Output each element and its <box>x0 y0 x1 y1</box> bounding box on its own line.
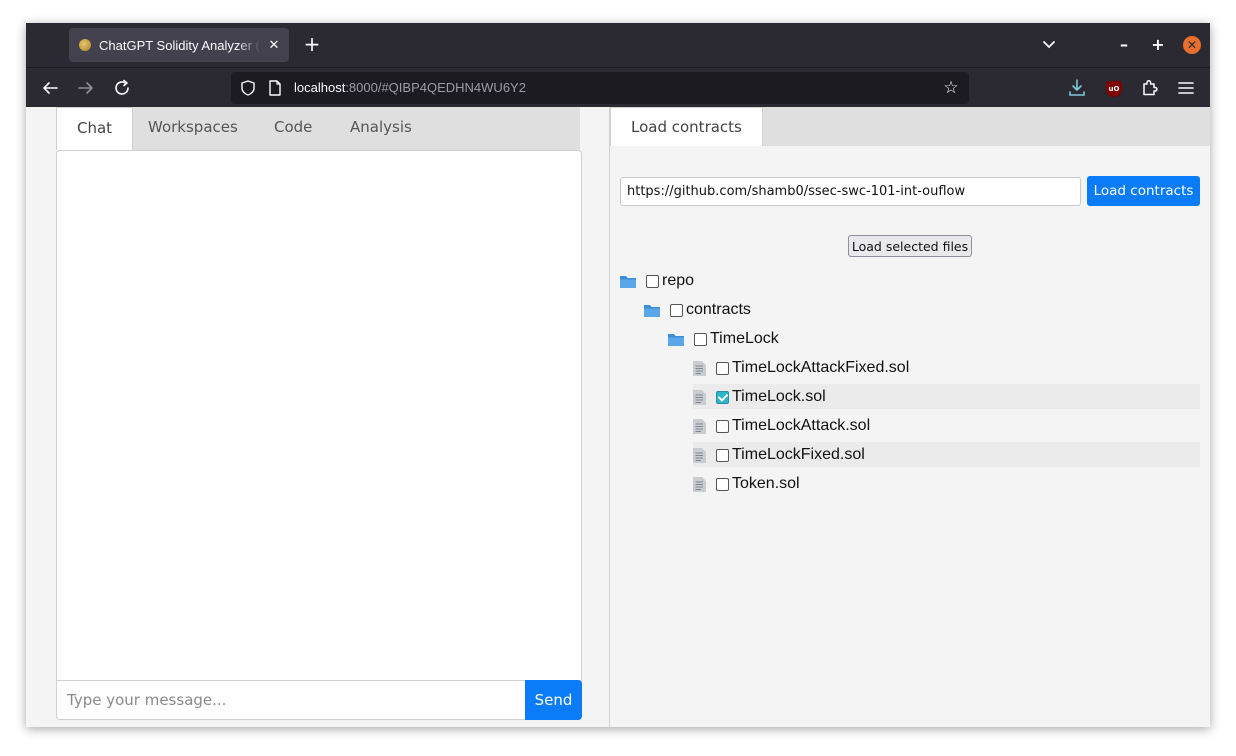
url-bar[interactable]: localhost:8000/#QIBP4QEDHN4WU6Y2 ☆ <box>231 72 969 104</box>
file-icon <box>693 418 706 434</box>
downloads-button[interactable] <box>1065 76 1089 100</box>
right-tab-bar: Load contracts <box>610 107 1210 146</box>
folder-icon <box>644 304 660 317</box>
checkbox[interactable] <box>716 361 729 375</box>
tree-node-label: TimeLock <box>710 330 779 347</box>
arrow-right-icon <box>78 82 93 94</box>
tree-node-label: TimeLockAttackFixed.sol <box>732 359 910 376</box>
tree-folder-timelock[interactable]: TimeLock <box>668 327 779 351</box>
minimize-button[interactable]: – <box>1114 35 1134 55</box>
navigation-toolbar: localhost:8000/#QIBP4QEDHN4WU6Y2 ☆ uO <box>26 67 1210 107</box>
tab-close-icon[interactable]: ✕ <box>267 38 281 53</box>
url-path: :8000/#QIBP4QEDHN4WU6Y2 <box>345 80 526 95</box>
tree-file-timelockattack[interactable]: TimeLockAttack.sol <box>693 414 870 438</box>
tab-load-contracts[interactable]: Load contracts <box>610 107 763 146</box>
checkbox[interactable] <box>646 274 659 288</box>
tree-node-label: contracts <box>686 301 751 318</box>
tab-code[interactable]: Code <box>254 107 332 150</box>
load-contracts-button[interactable]: Load contracts <box>1087 176 1200 206</box>
message-input[interactable] <box>57 681 525 719</box>
new-tab-button[interactable]: + <box>302 34 322 54</box>
chat-input-row: Send <box>56 680 582 720</box>
tree-folder-repo[interactable]: repo <box>620 269 694 293</box>
puzzle-icon <box>1143 79 1158 96</box>
favicon-icon <box>79 39 91 51</box>
tab-analysis[interactable]: Analysis <box>330 107 432 150</box>
hamburger-menu-icon <box>1178 82 1194 94</box>
back-button[interactable] <box>38 76 62 100</box>
checkbox[interactable] <box>694 332 707 346</box>
tree-node-label: Token.sol <box>732 475 800 492</box>
download-icon <box>1069 79 1085 96</box>
tree-folder-contracts[interactable]: contracts <box>644 298 751 322</box>
folder-icon <box>668 333 684 346</box>
shield-icon[interactable] <box>239 79 257 97</box>
tab-chat[interactable]: Chat <box>56 107 134 150</box>
tree-node-label: TimeLockFixed.sol <box>732 446 865 463</box>
tab-strip: ChatGPT Solidity Analyzer (S ✕ + – + ✕ <box>26 23 1210 67</box>
page-viewport: Chat Workspaces Code Analysis Send Load … <box>26 107 1210 727</box>
file-icon <box>693 476 706 492</box>
app-menu-button[interactable] <box>1174 76 1198 100</box>
tab-title: ChatGPT Solidity Analyzer (S <box>99 37 261 53</box>
tree-node-label: TimeLock.sol <box>732 388 826 405</box>
reload-icon <box>115 79 129 95</box>
close-window-button[interactable]: ✕ <box>1183 36 1201 54</box>
checkbox[interactable] <box>716 419 729 433</box>
pane-divider[interactable] <box>609 107 610 727</box>
checkbox[interactable] <box>670 303 683 317</box>
repo-url-input[interactable] <box>620 177 1081 206</box>
tree-file-token[interactable]: Token.sol <box>693 472 800 496</box>
file-icon <box>693 389 706 405</box>
checkbox[interactable] <box>716 448 729 462</box>
send-button[interactable]: Send <box>525 680 582 720</box>
url-text[interactable]: localhost:8000/#QIBP4QEDHN4WU6Y2 <box>294 80 526 95</box>
tree-file-timelock-sol[interactable]: TimeLock.sol <box>693 384 1199 409</box>
reload-button[interactable] <box>110 76 134 100</box>
tree-node-label: repo <box>662 272 695 289</box>
tree-file-timelockfixed[interactable]: TimeLockFixed.sol <box>693 442 1200 467</box>
bookmark-star-icon[interactable]: ☆ <box>941 78 961 98</box>
tree-file-timelockattackfixed[interactable]: TimeLockAttackFixed.sol <box>693 356 909 380</box>
left-tab-bar: Chat Workspaces Code Analysis <box>56 107 580 150</box>
file-icon <box>693 360 706 376</box>
tab-workspaces[interactable]: Workspaces <box>128 107 258 150</box>
arrow-left-icon <box>43 82 58 94</box>
browser-window: ChatGPT Solidity Analyzer (S ✕ + – + ✕ l… <box>26 23 1210 727</box>
browser-tab[interactable]: ChatGPT Solidity Analyzer (S ✕ <box>69 28 289 62</box>
ublock-extension-button[interactable]: uO <box>1102 76 1126 100</box>
file-icon <box>693 447 706 463</box>
checkbox-checked[interactable] <box>716 390 729 404</box>
extensions-button[interactable] <box>1138 76 1162 100</box>
forward-button[interactable] <box>74 76 98 100</box>
checkbox[interactable] <box>716 477 729 491</box>
chevron-down-icon <box>1043 41 1055 49</box>
url-host: localhost <box>294 80 346 95</box>
load-selected-files-button[interactable]: Load selected files <box>848 235 972 257</box>
folder-icon <box>620 275 636 288</box>
page-icon[interactable] <box>267 79 283 97</box>
maximize-button[interactable]: + <box>1148 35 1168 55</box>
tree-node-label: TimeLockAttack.sol <box>732 417 871 434</box>
ublock-icon: uO <box>1106 80 1122 97</box>
list-all-tabs-button[interactable] <box>1039 35 1059 55</box>
chat-messages-area <box>56 150 582 680</box>
